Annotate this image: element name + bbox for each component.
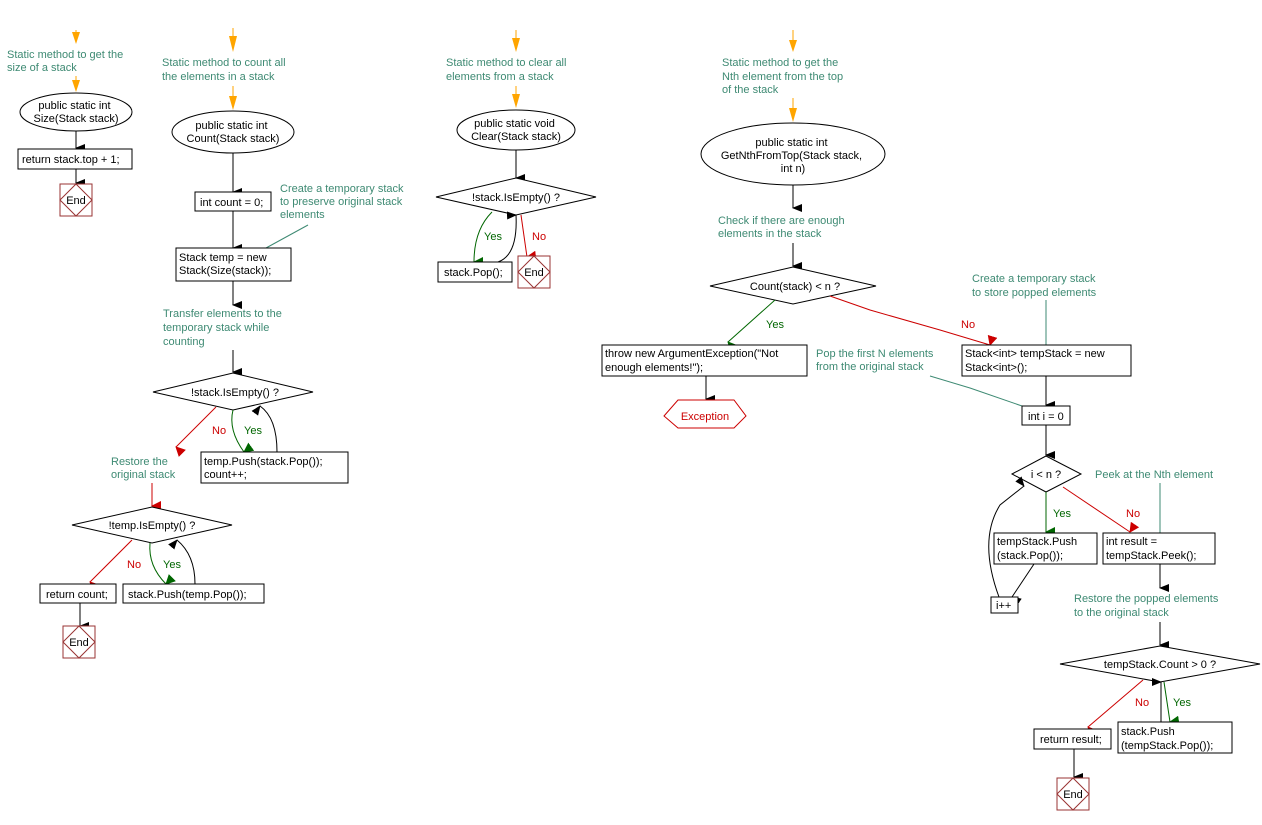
label-no: No xyxy=(1135,697,1149,709)
note-restore-popped: Restore the popped elements to the origi… xyxy=(1074,593,1221,619)
process-create-temp[interactable]: Stack temp = new Stack(Size(stack)); xyxy=(175,247,292,282)
label-no: No xyxy=(1126,508,1140,520)
entry-arrow-icon xyxy=(789,40,797,52)
process-push-stack[interactable]: stack.Push(temp.Pop()); xyxy=(122,583,265,604)
flow-clear: Static method to clear all elements from… xyxy=(435,30,597,289)
label-no: No xyxy=(961,319,975,331)
entry-arrow-icon xyxy=(72,80,80,92)
decision-i-less-n[interactable]: i < n ? xyxy=(1010,455,1083,493)
process-restore-push[interactable]: stack.Push (tempStack.Pop()); xyxy=(1117,721,1233,754)
svg-text:int i = 0: int i = 0 xyxy=(1028,411,1064,423)
svg-text:public static int Size: public static int Size(Stack stack) xyxy=(34,100,119,125)
label-yes: Yes xyxy=(163,559,181,571)
start-node-size[interactable]: public static int Size(Stack stack) xyxy=(19,92,133,132)
process-return-size[interactable]: return stack.top + 1; xyxy=(17,148,133,170)
note-pop-first-n: Pop the first N elements from the origin… xyxy=(816,348,936,373)
decision-temp-not-empty[interactable]: !temp.IsEmpty() ? xyxy=(71,506,233,544)
flowchart-canvas: Static method to get the size of a stack… xyxy=(7,28,1261,811)
svg-text:stack.Push(temp.Pop());: stack.Push(temp.Pop()); xyxy=(128,589,247,601)
process-push-temp-stack[interactable]: tempStack.Push (stack.Pop()); xyxy=(993,532,1098,565)
entry-arrow-icon xyxy=(512,94,520,108)
note-create-temp: Create a temporary stack to preserve ori… xyxy=(280,183,407,221)
decision-stack-not-empty-clear[interactable]: !stack.IsEmpty() ? xyxy=(435,177,597,216)
process-push-temp[interactable]: temp.Push(stack.Pop()); count++; xyxy=(200,451,349,484)
svg-text:return result;: return result; xyxy=(1040,734,1102,746)
svg-text:Count(stack) < n ?: Count(stack) < n ? xyxy=(750,281,840,293)
label-yes: Yes xyxy=(244,425,262,437)
end-node-count: End xyxy=(62,625,96,659)
note-create-temp-stack: Create a temporary stack to store popped… xyxy=(972,273,1099,299)
process-pop[interactable]: stack.Pop(); xyxy=(437,261,513,283)
flow-get-nth: Static method to get the Nth element fro… xyxy=(601,30,1261,811)
flow-size: Static method to get the size of a stack… xyxy=(7,30,133,217)
svg-text:Stack temp = new Stack: Stack temp = new Stack(Size(stack)); xyxy=(179,252,271,277)
svg-text:public static int Coun: public static int Count(Stack stack) xyxy=(187,120,280,145)
entry-arrow-icon xyxy=(72,32,80,44)
process-increment-i[interactable]: i++ xyxy=(990,596,1019,614)
start-node-nth[interactable]: public static int GetNthFromTop(Stack st… xyxy=(700,122,886,186)
process-return-result[interactable]: return result; xyxy=(1033,728,1112,750)
comment-size: Static method to get the size of a stack xyxy=(7,49,126,74)
note-restore: Restore the original stack xyxy=(111,456,176,481)
note-peek: Peek at the Nth element xyxy=(1095,469,1213,481)
entry-arrow-icon xyxy=(789,108,797,122)
label-yes: Yes xyxy=(1173,697,1191,709)
process-peek[interactable]: int result = tempStack.Peek(); xyxy=(1102,532,1216,565)
svg-text:!temp.IsEmpty() ?: !temp.IsEmpty() ? xyxy=(109,520,196,532)
svg-text:!stack.IsEmpty() ?: !stack.IsEmpty() ? xyxy=(191,387,279,399)
label-no: No xyxy=(532,231,546,243)
svg-text:End: End xyxy=(69,637,89,649)
svg-text:return stack.top + 1;: return stack.top + 1; xyxy=(22,154,120,166)
entry-arrow-icon xyxy=(512,38,520,52)
entry-arrow-icon xyxy=(229,96,237,110)
comment-clear: Static method to clear all elements from… xyxy=(446,57,570,83)
exception-node: Exception xyxy=(663,399,747,429)
decision-stack-not-empty[interactable]: !stack.IsEmpty() ? xyxy=(152,372,314,411)
start-node-clear[interactable]: public static void Clear(Stack stack) xyxy=(456,109,576,151)
svg-text:Exception: Exception xyxy=(681,411,729,423)
process-create-temp-stack[interactable]: Stack<int> tempStack = new Stack<int>(); xyxy=(961,344,1132,377)
label-yes: Yes xyxy=(766,319,784,331)
comment-count: Static method to count all the elements … xyxy=(162,57,289,83)
svg-text:End: End xyxy=(66,195,86,207)
note-transfer: Transfer elements to the temporary stack… xyxy=(163,308,285,348)
process-init-i[interactable]: int i = 0 xyxy=(1021,405,1071,426)
decision-count-less-n[interactable]: Count(stack) < n ? xyxy=(709,266,877,305)
process-return-count[interactable]: return count; xyxy=(39,583,117,604)
svg-text:i < n ?: i < n ? xyxy=(1031,469,1061,481)
label-yes: Yes xyxy=(1053,508,1071,520)
note-check-enough: Check if there are enough elements in th… xyxy=(718,215,848,240)
label-no: No xyxy=(127,559,141,571)
svg-text:tempStack.Count > 0 ?: tempStack.Count > 0 ? xyxy=(1104,659,1216,671)
entry-arrow-icon xyxy=(229,36,237,52)
process-throw[interactable]: throw new ArgumentException("Not enough … xyxy=(601,344,808,377)
label-yes: Yes xyxy=(484,231,502,243)
svg-text:End: End xyxy=(524,267,544,279)
svg-text:return count;: return count; xyxy=(46,589,108,601)
svg-text:!stack.IsEmpty() ?: !stack.IsEmpty() ? xyxy=(472,192,560,204)
start-node-count[interactable]: public static int Count(Stack stack) xyxy=(171,110,295,154)
svg-text:End: End xyxy=(1063,789,1083,801)
decision-temp-count-positive[interactable]: tempStack.Count > 0 ? xyxy=(1059,645,1261,683)
end-node-nth: End xyxy=(1056,777,1090,811)
svg-text:stack.Pop();: stack.Pop(); xyxy=(444,267,503,279)
end-node-size: End xyxy=(59,183,93,217)
svg-text:public static void Cle: public static void Clear(Stack stack) xyxy=(471,118,561,143)
svg-text:int count = 0;: int count = 0; xyxy=(200,197,263,209)
svg-text:i++: i++ xyxy=(996,600,1011,612)
label-no: No xyxy=(212,425,226,437)
process-init-count[interactable]: int count = 0; xyxy=(194,191,272,212)
end-node-clear: End xyxy=(517,255,551,289)
comment-nth: Static method to get the Nth element fro… xyxy=(722,57,846,96)
